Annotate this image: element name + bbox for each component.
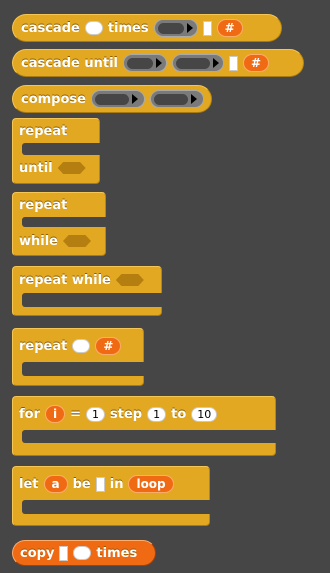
variable-chip[interactable]: # [242,54,270,72]
block-label: until [19,160,53,176]
variable-chip[interactable]: # [95,337,122,355]
start-input[interactable]: 1 [86,406,106,422]
end-input[interactable]: 10 [191,406,218,422]
block-label: repeat [19,197,68,213]
to-label: to [171,406,187,422]
step-input[interactable]: 1 [147,406,167,422]
condition-slot[interactable] [63,235,91,247]
arrow-right-icon [186,23,193,33]
ring-slot[interactable] [153,19,198,37]
repeat-count-block[interactable]: repeat # [12,328,144,386]
count-slot[interactable] [73,546,92,560]
let-variable[interactable]: a [43,475,68,493]
arrow-right-icon [212,58,219,68]
copy-block[interactable]: copy times [12,540,156,566]
repeat-while-block[interactable]: repeat while [12,192,106,256]
block-label: repeat [19,338,68,354]
in-label: in [109,476,124,492]
block-label: cascade [21,20,80,36]
condition-slot[interactable] [57,162,86,174]
for-loop-block[interactable]: for i = 1 step 1 to 10 [12,396,276,456]
arrow-right-icon [155,58,162,68]
ring-slot[interactable] [90,90,145,108]
equals-label: = [70,406,82,422]
block-label: while [19,233,58,249]
block-label: times [96,545,138,561]
block-label: times [107,20,149,36]
loop-variable-chip[interactable]: loop [128,475,174,493]
repeat-while-top-block[interactable]: repeat while [12,266,162,316]
cascade-times-block[interactable]: cascade times # [12,14,282,42]
compose-block[interactable]: compose [12,85,212,113]
block-label: copy [20,545,55,561]
let-block[interactable]: let a be in loop [12,466,210,526]
input-slot[interactable] [202,20,212,36]
ring-slot[interactable] [149,90,204,108]
be-label: be [72,476,91,492]
count-slot[interactable] [84,21,103,35]
arrow-right-icon [131,94,138,104]
variable-chip[interactable]: # [216,19,243,37]
input-slot[interactable] [59,545,69,561]
condition-slot[interactable] [115,274,144,286]
value-slot[interactable] [95,476,105,492]
block-label: cascade until [21,55,118,71]
ring-slot[interactable] [171,54,224,72]
repeat-until-block[interactable]: repeat until [12,118,100,184]
block-label: let [19,476,39,492]
cascade-until-block[interactable]: cascade until # [12,49,304,77]
block-label: compose [21,91,86,107]
input-slot[interactable] [228,55,238,71]
block-label: for [19,406,40,422]
block-label: repeat while [19,272,111,288]
count-slot[interactable] [72,339,91,353]
block-palette: cascade times # cascade until # compose … [0,0,330,573]
step-label: step [110,406,143,422]
arrow-right-icon [190,94,197,104]
ring-slot[interactable] [122,54,167,72]
loop-variable[interactable]: i [45,405,66,423]
block-label: repeat [19,123,68,139]
